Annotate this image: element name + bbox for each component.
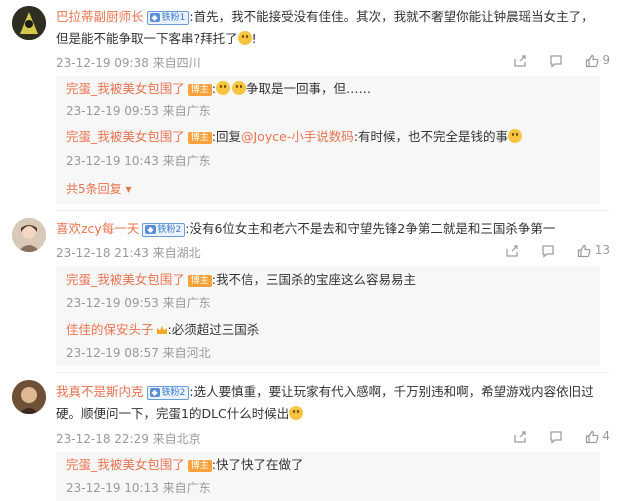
glasses-face-emoji-icon <box>508 129 523 143</box>
blogger-badge: 博主 <box>187 275 212 287</box>
comment-text: :没有6位女主和老六不是去和守望先锋2争第二就是和三国杀争第一 <box>185 221 556 236</box>
crying-face-emoji-icon <box>232 81 246 95</box>
share-button[interactable] <box>513 429 527 444</box>
reply-text: :快了快了在做了 <box>211 457 304 472</box>
comment-line-2: 但是能不能争取一下客串?拜托了! <box>56 31 257 46</box>
reply-line: 完蛋_我被美女包围了 博主:快了快了在做了 <box>66 456 304 474</box>
mention-link[interactable]: @Joyce-小手说数码 <box>241 129 354 144</box>
reply-meta: 23-12-19 09:53 来自广东 <box>66 104 211 118</box>
share-button[interactable] <box>505 243 519 258</box>
chevron-down-icon: ▾ <box>121 182 132 196</box>
comment-meta: 23-12-18 22:29 来自北京 <box>56 432 201 446</box>
reply-text: :有时候，也不完全是钱的事 <box>353 129 509 144</box>
fan-badge: ◆ 铁粉1 <box>146 11 190 25</box>
comment-meta: 23-12-18 21:43 来自湖北 <box>56 246 201 260</box>
like-button[interactable]: 4 <box>585 429 610 444</box>
cute-face-emoji-icon <box>289 406 304 420</box>
reply-meta: 23-12-19 10:43 来自广东 <box>66 154 211 168</box>
reply-meta: 23-12-19 10:13 来自广东 <box>66 481 211 495</box>
reply-line: 完蛋_我被美女包围了 博主:回复@Joyce-小手说数码:有时候，也不完全是钱的事 <box>66 128 523 146</box>
reply-line: 完蛋_我被美女包围了 博主:我不信，三国杀的宝座这么容易易主 <box>66 271 416 289</box>
comment-line-1: 巴拉蒂副厨师长 ◆ 铁粉1:首先，我不能接受没有佳佳。其次，我就不奢望你能让钟晨瑶当… <box>56 8 594 26</box>
like-icon <box>585 430 598 443</box>
fan-badge-icon: ◆ <box>145 225 156 234</box>
comment-text-cont: 硬。顺便问一下，完蛋1的DLC什么时候出 <box>56 406 290 421</box>
comment-meta: 23-12-19 09:38 来自四川 <box>56 56 201 70</box>
reply-username[interactable]: 佳佳的保安头子 <box>66 322 154 337</box>
comment-text-cont: 但是能不能争取一下客串?拜托了 <box>56 31 238 46</box>
divider <box>56 372 610 373</box>
comment-actions: 13 <box>487 243 610 258</box>
comment-username[interactable]: 我真不是斯内克 <box>56 384 144 399</box>
crying-face-emoji-icon <box>237 31 252 45</box>
reply-text: 争取是一回事，但…… <box>246 81 372 96</box>
fan-badge: ◆ 铁粉2 <box>146 386 190 400</box>
comment-username[interactable]: 喜欢zcy每一天 <box>56 221 139 236</box>
comment-button[interactable] <box>549 53 563 68</box>
avatar[interactable] <box>12 6 46 40</box>
like-button[interactable]: 9 <box>585 53 610 68</box>
reply-meta: 23-12-19 08:57 来自河北 <box>66 346 211 360</box>
reply-line: 佳佳的保安头子 :必须超过三国杀 <box>66 321 259 339</box>
comment-line-1: 我真不是斯内克 ◆ 铁粉2:选人要慎重，要让玩家有代入感啊，千万别违和啊，希望游戏内… <box>56 383 594 401</box>
like-button[interactable]: 13 <box>577 243 610 258</box>
blogger-badge: 博主 <box>187 132 212 144</box>
reply-username[interactable]: 完蛋_我被美女包围了 <box>66 129 185 144</box>
reply-text: :我不信，三国杀的宝座这么容易易主 <box>211 272 416 287</box>
more-replies-link[interactable]: 共5条回复 ▾ <box>66 180 131 198</box>
comment-icon <box>542 245 554 258</box>
like-icon <box>577 244 591 257</box>
comment-actions: 9 <box>495 53 610 68</box>
reply-username[interactable]: 完蛋_我被美女包围了 <box>66 457 185 472</box>
comment-text: :首先，我不能接受没有佳佳。其次，我就不奢望你能让钟晨瑶当女主了， <box>189 9 594 24</box>
avatar[interactable] <box>12 380 46 414</box>
comment-icon <box>550 55 562 68</box>
reply-meta: 23-12-19 09:53 来自广东 <box>66 296 211 310</box>
comment-line-2: 硬。顺便问一下，完蛋1的DLC什么时候出 <box>56 405 304 423</box>
crying-face-emoji-icon <box>216 81 230 95</box>
comment-username[interactable]: 巴拉蒂副厨师长 <box>56 9 144 24</box>
comment-text: :选人要慎重，要让玩家有代入感啊，千万别违和啊，希望游戏内容依旧过 <box>189 384 594 399</box>
comment-icon <box>550 431 562 444</box>
share-icon <box>514 55 526 67</box>
reply-text: :必须超过三国杀 <box>167 322 260 337</box>
fan-badge: ◆ 铁粉2 <box>142 223 186 237</box>
share-icon <box>506 245 518 257</box>
reply-username[interactable]: 完蛋_我被美女包围了 <box>66 81 185 96</box>
blogger-badge: 博主 <box>187 460 212 472</box>
fan-badge-icon: ◆ <box>149 388 160 397</box>
divider <box>56 210 610 211</box>
blogger-badge: 博主 <box>187 84 212 96</box>
reply-username[interactable]: 完蛋_我被美女包围了 <box>66 272 185 287</box>
like-icon <box>585 54 598 67</box>
fan-badge-icon: ◆ <box>149 13 160 22</box>
comment-button[interactable] <box>541 243 555 258</box>
crown-icon <box>156 326 167 334</box>
comment-actions: 4 <box>495 429 610 444</box>
reply-line: 完蛋_我被美女包围了 博主: 争取是一回事，但…… <box>66 81 372 96</box>
share-icon <box>514 431 526 443</box>
comment-line-1: 喜欢zcy每一天 ◆ 铁粉2:没有6位女主和老六不是去和守望先锋2争第二就是和三国杀… <box>56 220 555 238</box>
avatar[interactable] <box>12 218 46 252</box>
comment-button[interactable] <box>549 429 563 444</box>
share-button[interactable] <box>513 53 527 68</box>
